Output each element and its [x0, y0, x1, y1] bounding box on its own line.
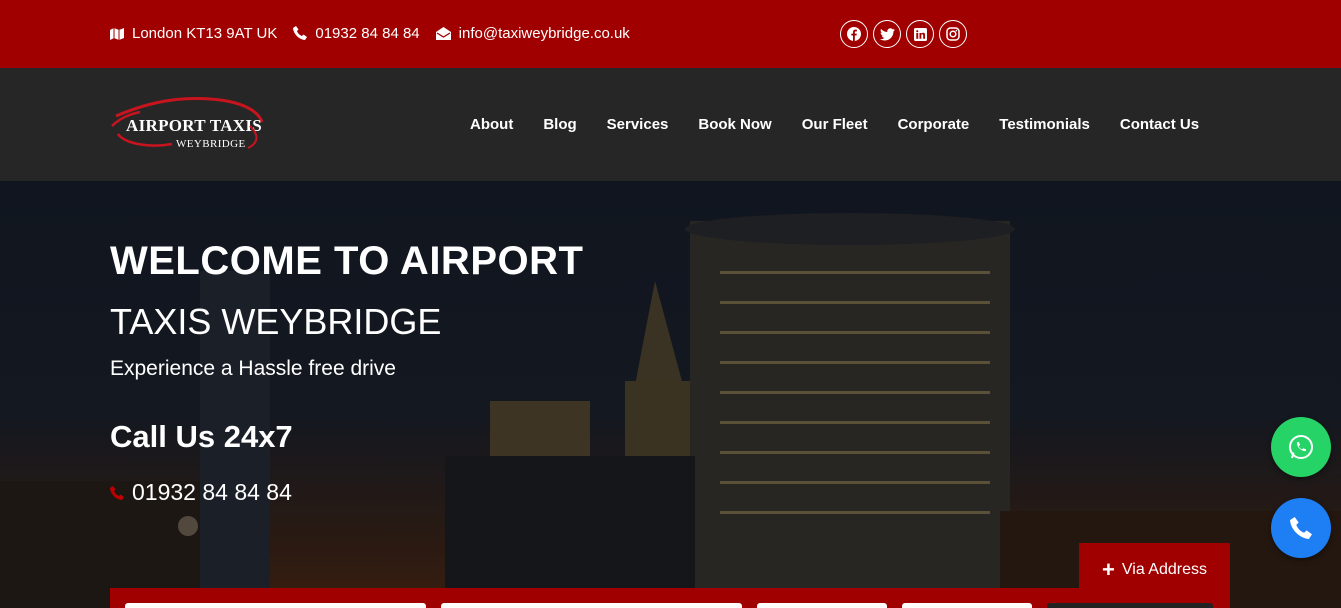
call-now-button[interactable]	[1271, 498, 1331, 558]
via-address-label: Via Address	[1121, 561, 1207, 578]
facebook-icon[interactable]	[840, 20, 868, 48]
nav-our-fleet[interactable]: Our Fleet	[787, 116, 883, 133]
contact-info: London KT13 9AT UK 01932 84 84 84 info@t…	[110, 0, 646, 66]
plus-icon: +	[1102, 557, 1115, 582]
phone-icon	[1290, 517, 1312, 539]
hero-phone-text[interactable]: 01932 84 84 84	[132, 479, 292, 506]
address-item: London KT13 9AT UK	[110, 25, 277, 42]
primary-nav: About Blog Services Book Now Our Fleet C…	[455, 68, 1214, 181]
whatsapp-icon	[1289, 435, 1313, 459]
address-text: London KT13 9AT UK	[132, 24, 278, 42]
nav-about[interactable]: About	[455, 116, 528, 133]
hero-title: WELCOME TO AIRPORT	[110, 239, 584, 283]
map-icon	[110, 27, 124, 40]
envelope-icon	[435, 26, 451, 40]
date-field[interactable]	[757, 603, 887, 608]
call-heading: Call Us 24x7	[110, 419, 293, 454]
nav-corporate[interactable]: Corporate	[883, 116, 985, 133]
main-navbar: AIRPORT TAXIS WEYBRIDGE About Blog Servi…	[0, 68, 1341, 181]
nav-testimonials[interactable]: Testimonials	[984, 116, 1105, 133]
dropoff-field[interactable]	[441, 603, 742, 608]
phone-icon	[293, 26, 308, 40]
phone-item[interactable]: 01932 84 84 84	[293, 25, 420, 42]
submit-quote-button[interactable]	[1047, 603, 1213, 608]
booking-form	[110, 588, 1230, 608]
hero-tagline: Experience a Hassle free drive	[110, 357, 396, 380]
pickup-field[interactable]	[125, 603, 426, 608]
phone-icon	[110, 485, 124, 500]
email-item[interactable]: info@taxiweybridge.co.uk	[435, 25, 630, 42]
svg-text:WEYBRIDGE: WEYBRIDGE	[176, 138, 246, 150]
phone-text[interactable]: 01932 84 84 84	[315, 25, 419, 42]
email-text[interactable]: info@taxiweybridge.co.uk	[459, 25, 630, 42]
time-field[interactable]	[902, 603, 1032, 608]
nav-book-now[interactable]: Book Now	[683, 116, 786, 133]
nav-services[interactable]: Services	[592, 116, 684, 133]
social-links	[840, 20, 972, 48]
twitter-icon[interactable]	[873, 20, 901, 48]
hero-section: WELCOME TO AIRPORT TAXIS WEYBRIDGE Exper…	[0, 181, 1341, 608]
hero-phone[interactable]: 01932 84 84 84	[110, 479, 292, 506]
nav-contact-us[interactable]: Contact Us	[1105, 116, 1214, 133]
hero-subtitle: TAXIS WEYBRIDGE	[110, 301, 442, 342]
nav-blog[interactable]: Blog	[528, 116, 591, 133]
whatsapp-button[interactable]	[1271, 417, 1331, 477]
site-logo[interactable]: AIRPORT TAXIS WEYBRIDGE	[110, 96, 265, 152]
top-contact-bar: London KT13 9AT UK 01932 84 84 84 info@t…	[0, 0, 1341, 68]
instagram-icon[interactable]	[939, 20, 967, 48]
linkedin-icon[interactable]	[906, 20, 934, 48]
svg-text:AIRPORT TAXIS: AIRPORT TAXIS	[126, 116, 262, 135]
